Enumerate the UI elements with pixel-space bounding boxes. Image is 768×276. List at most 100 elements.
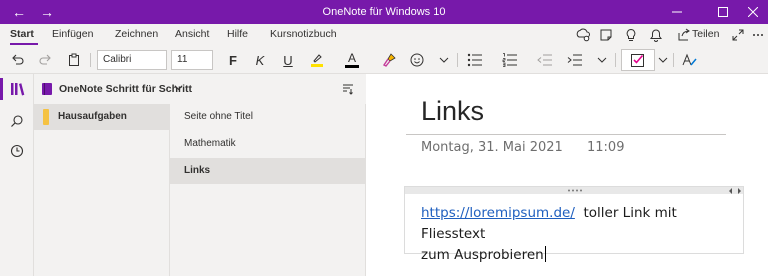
notes-icon[interactable]	[598, 27, 614, 43]
hyperlink[interactable]: https://loremipsum.de/	[421, 205, 575, 221]
page-date: Montag, 31. Mai 2021	[421, 140, 563, 155]
page-title[interactable]: Links	[421, 96, 484, 127]
tab-start[interactable]: Start	[10, 28, 34, 40]
undo-icon	[12, 54, 24, 65]
sections-pane: Hausaufgaben	[34, 104, 170, 276]
font-name-field[interactable]: Calibri	[97, 50, 167, 70]
paste-button[interactable]	[64, 50, 84, 70]
styles-icon	[682, 53, 697, 66]
tab-einfuegen[interactable]: Einfügen	[52, 28, 93, 40]
todo-tag-button[interactable]	[621, 49, 655, 71]
ribbon-tabs: Start Einfügen Zeichnen Ansicht Hilfe Ku…	[0, 24, 768, 46]
forward-arrow-icon[interactable]: →	[32, 0, 62, 24]
rail-selection-indicator	[0, 78, 3, 100]
window-title: OneNote für Windows 10	[322, 6, 446, 18]
notebook-header: OneNote Schritt für Schritt	[34, 74, 366, 104]
notebooks-icon	[11, 83, 25, 96]
chevron-down-icon	[597, 57, 607, 63]
bold-icon: F	[229, 52, 237, 68]
page-item-links[interactable]: Links	[170, 158, 366, 184]
sync-notebook-icon[interactable]	[575, 27, 591, 43]
redo-icon	[39, 54, 51, 65]
recent-notes-button[interactable]	[0, 136, 34, 166]
italic-button[interactable]: K	[251, 50, 269, 70]
notification-bell-icon[interactable]	[648, 27, 664, 43]
clock-icon	[10, 144, 24, 158]
active-tab-indicator	[10, 43, 38, 45]
chevron-down-icon	[439, 57, 449, 63]
expand-icon[interactable]	[730, 27, 746, 43]
maximize-icon	[718, 7, 728, 17]
highlight-icon	[311, 54, 323, 67]
format-painter-icon	[382, 53, 396, 67]
bullets-icon	[467, 53, 482, 67]
clipboard-icon	[69, 53, 79, 66]
notebook-icon	[42, 83, 52, 98]
tags-dropdown-button[interactable]	[656, 50, 670, 70]
minimize-button[interactable]	[662, 0, 692, 24]
page-item-mathematik[interactable]: Mathematik	[170, 131, 366, 157]
notebook-dropdown-icon[interactable]	[174, 83, 183, 95]
emoji-icon	[410, 53, 424, 67]
notebooks-button[interactable]	[0, 74, 34, 104]
sort-pages-icon[interactable]	[342, 83, 354, 98]
ribbon-toolbar: Calibri 11 F K U A	[0, 46, 768, 74]
more-text-options-button[interactable]	[436, 50, 452, 70]
bullets-button[interactable]	[465, 50, 485, 70]
highlight-button[interactable]	[306, 50, 328, 70]
page-item-seite-ohne-titel[interactable]: Seite ohne Titel	[170, 104, 366, 130]
more-options-icon[interactable]	[750, 27, 766, 43]
close-icon	[748, 7, 758, 17]
format-painter-button[interactable]	[380, 50, 400, 70]
underline-button[interactable]: U	[279, 50, 297, 70]
bold-button[interactable]: F	[224, 50, 242, 70]
navigation-rail	[0, 74, 34, 276]
more-paragraph-options-button[interactable]	[594, 50, 610, 70]
resize-arrows-icon[interactable]	[729, 188, 741, 194]
underline-icon: U	[283, 52, 293, 68]
note-text[interactable]: https://loremipsum.de/ toller Link mit F…	[421, 203, 741, 266]
emoji-button[interactable]	[407, 50, 427, 70]
page-canvas[interactable]: Links Montag, 31. Mai 2021 11:09 https:/…	[366, 74, 768, 276]
tab-zeichnen[interactable]: Zeichnen	[115, 28, 158, 40]
back-arrow-icon[interactable]: ←	[4, 0, 34, 24]
container-drag-handle[interactable]	[405, 187, 743, 194]
drag-dots-icon	[568, 189, 582, 192]
section-item-hausaufgaben[interactable]: Hausaufgaben	[34, 104, 170, 130]
numbering-button[interactable]	[500, 50, 520, 70]
toolbar-separator	[457, 53, 458, 67]
share-label[interactable]: Teilen	[692, 28, 719, 40]
undo-button[interactable]	[8, 50, 28, 70]
outdent-icon	[537, 54, 552, 66]
text-cursor	[544, 246, 546, 262]
indent-button[interactable]	[565, 50, 585, 70]
section-color-tab	[43, 109, 49, 125]
lightbulb-icon[interactable]	[623, 27, 639, 43]
italic-icon: K	[255, 52, 265, 68]
toolbar-separator	[90, 53, 91, 67]
indent-icon	[567, 54, 582, 66]
font-size-field[interactable]: 11	[171, 50, 213, 70]
chevron-down-icon	[658, 57, 668, 63]
maximize-button[interactable]	[708, 0, 738, 24]
font-color-button[interactable]: A	[341, 50, 363, 70]
share-icon[interactable]	[676, 27, 692, 43]
close-button[interactable]	[738, 0, 768, 24]
search-icon	[11, 115, 23, 127]
toolbar-separator	[615, 53, 616, 67]
section-label: Hausaufgaben	[58, 111, 127, 122]
note-text-line2: zum Ausprobieren	[421, 247, 544, 263]
page-time: 11:09	[587, 140, 625, 155]
notebook-name[interactable]: OneNote Schritt für Schritt	[59, 83, 192, 95]
tab-hilfe[interactable]: Hilfe	[227, 28, 248, 40]
numbering-icon	[502, 53, 517, 67]
toolbar-separator	[673, 53, 674, 67]
tab-ansicht[interactable]: Ansicht	[175, 28, 209, 40]
tab-kursnotizbuch[interactable]: Kursnotizbuch	[270, 28, 337, 40]
styles-button[interactable]	[679, 50, 699, 70]
redo-button[interactable]	[35, 50, 55, 70]
minimize-icon	[672, 11, 682, 13]
search-button[interactable]	[0, 106, 34, 136]
outdent-button[interactable]	[535, 50, 555, 70]
note-container[interactable]: https://loremipsum.de/ toller Link mit F…	[404, 186, 744, 263]
